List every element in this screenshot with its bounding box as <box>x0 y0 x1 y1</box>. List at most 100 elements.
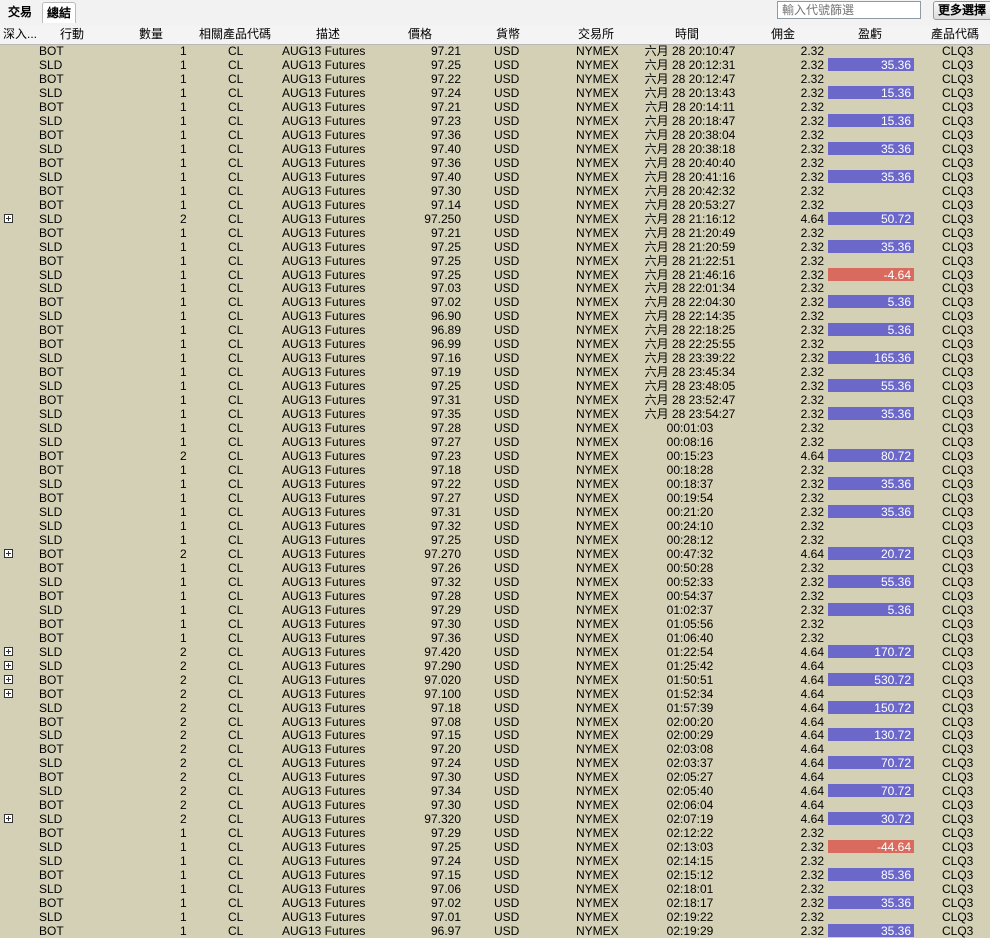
table-row[interactable]: SLD 1 CL AUG13 Futures 97.32 USD NYMEX 00:52:33… <box>0 574 990 589</box>
table-row[interactable]: BOT 1 CL AUG13 Futures 97.14 USD NYMEX 六月 28 20… <box>0 198 990 212</box>
table-row[interactable]: BOT 1 CL AUG13 Futures 97.26 USD NYMEX 00:50:28… <box>0 561 990 575</box>
table-row[interactable]: BOT 2 CL AUG13 Futures 97.20 USD NYMEX 02:03:08… <box>0 742 990 756</box>
pnl-value: 85.36 <box>880 868 911 883</box>
symbol-filter-input[interactable] <box>777 1 921 19</box>
cell-action: BOT <box>39 616 64 631</box>
cell-description: AUG13 Futures <box>282 407 366 422</box>
column-header-quantity[interactable]: 數量 <box>139 26 163 43</box>
table-row[interactable]: BOT 1 CL AUG13 Futures 96.99 USD NYMEX 六月 28 22… <box>0 337 990 351</box>
cell-action: BOT <box>39 449 64 464</box>
table-row[interactable]: SLD 1 CL AUG13 Futures 97.28 USD NYMEX 00:01:03… <box>0 421 990 435</box>
expand-plus-icon[interactable] <box>4 646 13 656</box>
table-row[interactable]: SLD 2 CL AUG13 Futures 97.290 USD NYMEX 01:25:4… <box>0 659 990 673</box>
table-row[interactable]: BOT 1 CL AUG13 Futures 97.18 USD NYMEX 00:18:28… <box>0 463 990 477</box>
column-header-underlying[interactable]: 相關產品代碼 <box>199 26 271 43</box>
cell-symbol: CLQ3 <box>942 309 974 324</box>
table-row[interactable]: SLD 2 CL AUG13 Futures 97.34 USD NYMEX 02:05:40… <box>0 784 990 798</box>
table-row[interactable]: BOT 1 CL AUG13 Futures 97.22 USD NYMEX 六月 28 20… <box>0 72 990 86</box>
column-header-exchange[interactable]: 交易所 <box>578 26 614 43</box>
table-row[interactable]: BOT 1 CL AUG13 Futures 97.36 USD NYMEX 六月 28 20… <box>0 156 990 170</box>
cell-price: 97.35 <box>430 407 461 422</box>
expand-plus-icon[interactable] <box>4 213 13 223</box>
table-row[interactable]: SLD 1 CL AUG13 Futures 97.25 USD NYMEX 六月 28 21… <box>0 267 990 282</box>
table-row[interactable]: SLD 2 CL AUG13 Futures 97.250 USD NYMEX 六月 28 2… <box>0 211 990 226</box>
column-header-price[interactable]: 價格 <box>408 26 432 43</box>
expand-plus-icon[interactable] <box>4 814 13 824</box>
expand-plus-icon[interactable] <box>4 660 13 670</box>
table-row[interactable]: SLD 1 CL AUG13 Futures 97.16 USD NYMEX 六月 28 23… <box>0 351 990 365</box>
table-row[interactable]: SLD 1 CL AUG13 Futures 97.25 USD NYMEX 六月 28 21… <box>0 239 990 254</box>
expand-plus-icon[interactable] <box>4 688 13 698</box>
more-options-button[interactable]: 更多選擇 <box>933 1 990 20</box>
table-row[interactable]: BOT 1 CL AUG13 Futures 97.25 USD NYMEX 六月 28 21… <box>0 254 990 268</box>
table-row[interactable]: SLD 1 CL AUG13 Futures 97.06 USD NYMEX 02:18:01… <box>0 882 990 896</box>
table-row[interactable]: SLD 2 CL AUG13 Futures 97.320 USD NYMEX 02:07:1… <box>0 812 990 826</box>
table-row[interactable]: BOT 1 CL AUG13 Futures 97.31 USD NYMEX 六月 28 23… <box>0 393 990 407</box>
table-row[interactable]: SLD 2 CL AUG13 Futures 97.18 USD NYMEX 01:57:39… <box>0 700 990 715</box>
table-row[interactable]: SLD 1 CL AUG13 Futures 97.40 USD NYMEX 六月 28 20… <box>0 141 990 156</box>
expand-plus-icon[interactable] <box>4 548 13 558</box>
table-row[interactable]: BOT 1 CL AUG13 Futures 97.02 USD NYMEX 02:18:17… <box>0 896 990 910</box>
column-header-symbol[interactable]: 產品代碼 <box>931 26 979 43</box>
table-row[interactable]: SLD 1 CL AUG13 Futures 97.35 USD NYMEX 六月 28 23… <box>0 407 990 421</box>
column-header-commission[interactable]: 佣金 <box>771 26 795 43</box>
table-row[interactable]: BOT 2 CL AUG13 Futures 97.020 USD NYMEX 01:50:5… <box>0 672 990 687</box>
table-row[interactable]: SLD 1 CL AUG13 Futures 97.25 USD NYMEX 六月 28 23… <box>0 379 990 393</box>
table-row[interactable]: SLD 2 CL AUG13 Futures 97.15 USD NYMEX 02:00:29… <box>0 728 990 742</box>
column-header-pnl[interactable]: 盈虧 <box>858 26 882 43</box>
table-row[interactable]: BOT 1 CL AUG13 Futures 97.02 USD NYMEX 六月 28 22… <box>0 295 990 309</box>
table-row[interactable]: BOT 2 CL AUG13 Futures 97.30 USD NYMEX 02:05:27… <box>0 770 990 784</box>
table-row[interactable]: SLD 1 CL AUG13 Futures 97.22 USD NYMEX 00:18:37… <box>0 477 990 491</box>
table-row[interactable]: SLD 1 CL AUG13 Futures 97.03 USD NYMEX 六月 28 22… <box>0 281 990 295</box>
column-header-drilldown[interactable]: 深入... <box>3 26 37 43</box>
table-row[interactable]: SLD 1 CL AUG13 Futures 97.40 USD NYMEX 六月 28 20… <box>0 169 990 184</box>
table-row[interactable]: BOT 1 CL AUG13 Futures 97.28 USD NYMEX 00:54:37… <box>0 589 990 603</box>
table-row[interactable]: SLD 1 CL AUG13 Futures 96.90 USD NYMEX 六月 28 22… <box>0 309 990 323</box>
cell-action: BOT <box>39 337 64 352</box>
table-row[interactable]: SLD 1 CL AUG13 Futures 97.25 USD NYMEX 02:13:03… <box>0 840 990 854</box>
column-header-currency[interactable]: 貨幣 <box>496 26 520 43</box>
table-row[interactable]: BOT 1 CL AUG13 Futures 97.21 USD NYMEX 六月 28 20… <box>0 100 990 114</box>
cell-description: AUG13 Futures <box>282 127 366 142</box>
table-row[interactable]: SLD 1 CL AUG13 Futures 97.31 USD NYMEX 00:21:20… <box>0 504 990 519</box>
table-row[interactable]: SLD 1 CL AUG13 Futures 97.27 USD NYMEX 00:08:16… <box>0 435 990 449</box>
table-row[interactable]: BOT 2 CL AUG13 Futures 97.100 USD NYMEX 01:52:3… <box>0 687 990 701</box>
table-row[interactable]: SLD 1 CL AUG13 Futures 97.24 USD NYMEX 六月 28 20… <box>0 85 990 100</box>
table-row[interactable]: BOT 1 CL AUG13 Futures 97.29 USD NYMEX 02:12:22… <box>0 826 990 840</box>
pnl-value: 15.36 <box>880 85 911 100</box>
tab-summary[interactable]: 總結 <box>42 2 77 23</box>
expand-plus-icon[interactable] <box>4 674 13 684</box>
table-row[interactable]: SLD 2 CL AUG13 Futures 97.24 USD NYMEX 02:03:37… <box>0 756 990 770</box>
column-header-time[interactable]: 時間 <box>675 26 699 43</box>
table-row[interactable]: BOT 2 CL AUG13 Futures 97.08 USD NYMEX 02:00:20… <box>0 715 990 729</box>
tab-trade[interactable]: 交易 <box>4 2 36 22</box>
table-row[interactable]: BOT 2 CL AUG13 Futures 97.23 USD NYMEX 00:15:23… <box>0 449 990 463</box>
column-header-action[interactable]: 行動 <box>60 26 84 43</box>
cell-currency: USD <box>494 644 520 659</box>
table-row[interactable]: BOT 1 CL AUG13 Futures 97.30 USD NYMEX 01:05:56… <box>0 617 990 631</box>
table-row[interactable]: SLD 1 CL AUG13 Futures 97.32 USD NYMEX 00:24:10… <box>0 519 990 533</box>
table-row[interactable]: BOT 1 CL AUG13 Futures 97.21 USD NYMEX 六月 28 21… <box>0 226 990 240</box>
table-row[interactable]: SLD 1 CL AUG13 Futures 97.24 USD NYMEX 02:14:15… <box>0 854 990 868</box>
table-row[interactable]: BOT 1 CL AUG13 Futures 97.21 USD NYMEX 六月 28 20… <box>0 44 990 58</box>
table-row[interactable]: BOT 1 CL AUG13 Futures 97.36 USD NYMEX 六月 28 20… <box>0 128 990 142</box>
table-row[interactable]: BOT 1 CL AUG13 Futures 97.19 USD NYMEX 六月 28 23… <box>0 365 990 379</box>
table-row[interactable]: SLD 1 CL AUG13 Futures 97.25 USD NYMEX 00:28:12… <box>0 533 990 547</box>
table-row[interactable]: BOT 1 CL AUG13 Futures 96.97 USD NYMEX 02:19:29… <box>0 924 990 938</box>
table-row[interactable]: BOT 2 CL AUG13 Futures 97.270 USD NYMEX 00:47:3… <box>0 546 990 561</box>
table-row[interactable]: SLD 2 CL AUG13 Futures 97.420 USD NYMEX 01:22:5… <box>0 644 990 659</box>
cell-time: 01:02:37 <box>666 602 714 617</box>
table-row[interactable]: BOT 1 CL AUG13 Futures 97.30 USD NYMEX 六月 28 20… <box>0 184 990 198</box>
table-row[interactable]: SLD 1 CL AUG13 Futures 97.29 USD NYMEX 01:02:37… <box>0 602 990 617</box>
table-row[interactable]: BOT 1 CL AUG13 Futures 97.36 USD NYMEX 01:06:40… <box>0 631 990 645</box>
table-row[interactable]: BOT 2 CL AUG13 Futures 97.30 USD NYMEX 02:06:04… <box>0 798 990 812</box>
cell-quantity: 1 <box>180 71 187 86</box>
table-row[interactable]: BOT 1 CL AUG13 Futures 96.89 USD NYMEX 六月 28 22… <box>0 323 990 337</box>
table-row[interactable]: SLD 1 CL AUG13 Futures 97.01 USD NYMEX 02:19:22… <box>0 910 990 924</box>
table-row[interactable]: SLD 1 CL AUG13 Futures 97.23 USD NYMEX 六月 28 20… <box>0 113 990 128</box>
cell-time: 六月 28 20:13:43 <box>644 85 736 100</box>
table-row[interactable]: SLD 1 CL AUG13 Futures 97.25 USD NYMEX 六月 28 20… <box>0 57 990 72</box>
table-row[interactable]: BOT 1 CL AUG13 Futures 97.27 USD NYMEX 00:19:54… <box>0 491 990 505</box>
column-header-description[interactable]: 描述 <box>316 26 340 43</box>
table-row[interactable]: BOT 1 CL AUG13 Futures 97.15 USD NYMEX 02:15:12… <box>0 868 990 882</box>
